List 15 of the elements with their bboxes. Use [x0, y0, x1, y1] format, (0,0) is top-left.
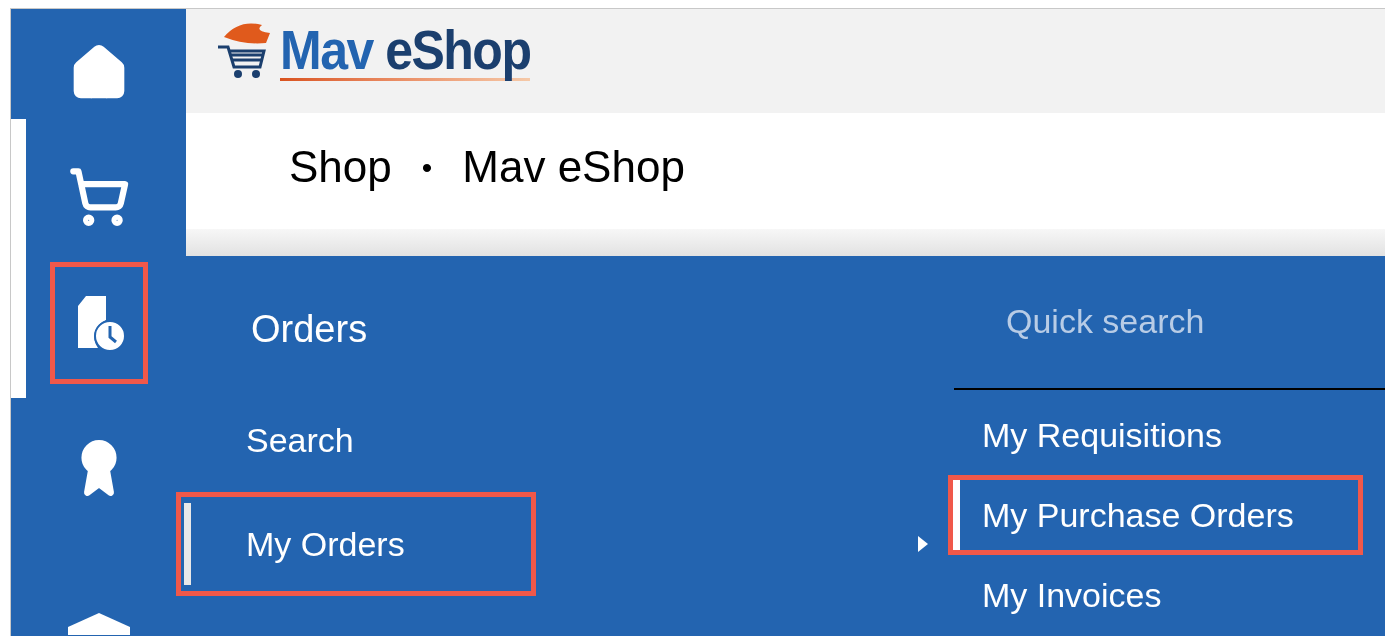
menu-item[interactable]: Search: [184, 398, 531, 482]
submenu-item[interactable]: My Purchase Orders: [953, 480, 1358, 550]
menu-item[interactable]: My Orders: [184, 502, 531, 586]
submenu-caret-icon: [918, 536, 928, 552]
breadcrumb-item[interactable]: Mav eShop: [462, 134, 685, 200]
cart-icon[interactable]: [67, 165, 130, 228]
quick-search-field[interactable]: Quick search: [954, 296, 1385, 347]
submenu-item[interactable]: My Invoices: [953, 560, 1358, 630]
building-roof-icon[interactable]: [65, 611, 132, 636]
submenu-item[interactable]: My Requisitions: [953, 400, 1358, 470]
logo-text: Mav eShop: [280, 24, 531, 81]
breadcrumb-item[interactable]: Shop: [289, 134, 392, 200]
breadcrumb-separator: •: [421, 149, 433, 186]
menu-title: Orders: [250, 307, 369, 352]
highlight-frame[interactable]: [49, 262, 148, 385]
